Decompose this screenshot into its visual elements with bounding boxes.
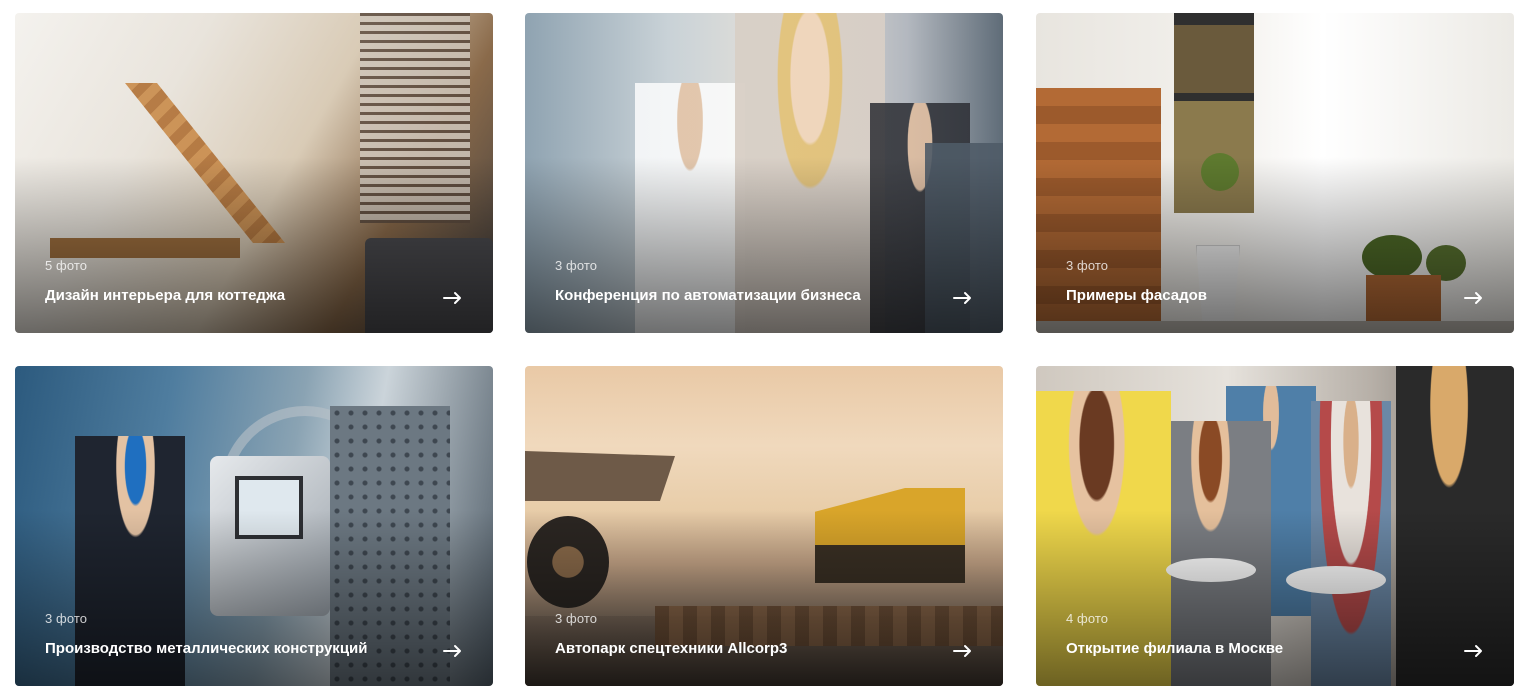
gallery-card-facades[interactable]: 3 фото Примеры фасадов <box>1036 13 1514 333</box>
photo-count: 4 фото <box>1066 611 1109 626</box>
arrow-right-icon[interactable] <box>1464 644 1484 658</box>
arrow-right-icon[interactable] <box>953 291 973 305</box>
gallery-card-metal-structures[interactable]: 3 фото Производство металлических констр… <box>15 366 493 686</box>
photo-count: 3 фото <box>555 258 598 273</box>
gallery-card-moscow-branch[interactable]: 4 фото Открытие филиала в Москве <box>1036 366 1514 686</box>
photo-count: 5 фото <box>45 258 88 273</box>
photo-count: 3 фото <box>45 611 88 626</box>
card-title: Открытие филиала в Москве <box>1066 640 1284 657</box>
photo-gallery: 5 фото Дизайн интерьера для коттеджа 3 ф… <box>0 0 1526 694</box>
arrow-right-icon[interactable] <box>1464 291 1484 305</box>
card-title: Конференция по автоматизации бизнеса <box>555 287 861 304</box>
card-title: Автопарк спецтехники Allcorp3 <box>555 640 788 657</box>
gallery-card-conference[interactable]: 3 фото Конференция по автоматизации бизн… <box>525 13 1003 333</box>
arrow-right-icon[interactable] <box>953 644 973 658</box>
photo-count: 3 фото <box>555 611 598 626</box>
card-title: Производство металлических конструкций <box>45 640 368 657</box>
gallery-card-vehicle-fleet[interactable]: 3 фото Автопарк спецтехники Allcorp3 <box>525 366 1003 686</box>
card-title: Примеры фасадов <box>1066 287 1207 304</box>
arrow-right-icon[interactable] <box>443 644 463 658</box>
arrow-right-icon[interactable] <box>443 291 463 305</box>
gallery-card-interior-design[interactable]: 5 фото Дизайн интерьера для коттеджа <box>15 13 493 333</box>
photo-count: 3 фото <box>1066 258 1109 273</box>
card-title: Дизайн интерьера для коттеджа <box>45 287 286 304</box>
